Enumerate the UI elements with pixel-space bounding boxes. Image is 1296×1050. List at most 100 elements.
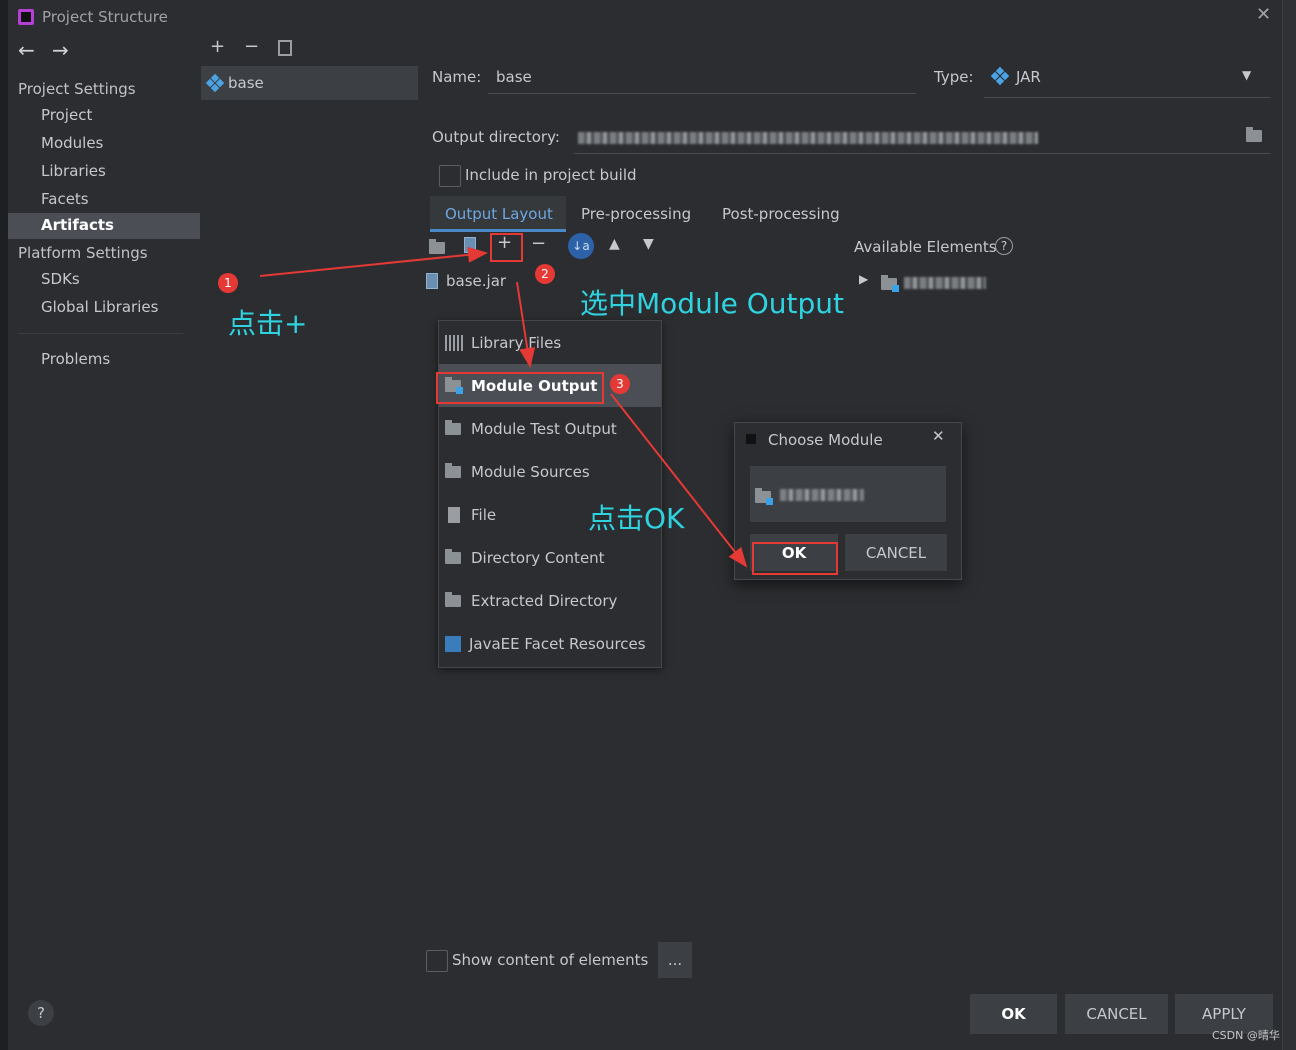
artifact-diamond-icon: [205, 73, 225, 93]
module-list-item[interactable]: [750, 466, 946, 522]
move-down-icon[interactable]: ▼: [643, 236, 654, 252]
name-label: Name:: [432, 68, 482, 86]
sidebar-item-modules[interactable]: Modules: [41, 134, 103, 152]
extracted-directory-icon: [445, 591, 461, 607]
close-icon[interactable]: ✕: [1256, 4, 1271, 25]
jar-type-icon: [990, 66, 1010, 86]
menu-item-label: Module Sources: [471, 462, 590, 481]
output-directory-label: Output directory:: [432, 128, 560, 146]
move-up-icon[interactable]: ▲: [609, 236, 620, 252]
sidebar-item-sdks[interactable]: SDKs: [41, 270, 80, 288]
javaee-facet-icon: [445, 635, 461, 652]
project-structure-window: Project Structure ✕ ← → Project Settings…: [8, 0, 1282, 1050]
layout-root-item[interactable]: base.jar: [446, 272, 506, 290]
show-content-label: Show content of elements: [452, 951, 649, 969]
remove-artifact-icon[interactable]: −: [244, 36, 259, 57]
module-test-output-icon: [445, 419, 461, 435]
expand-triangle-icon[interactable]: ▶: [859, 272, 868, 286]
sidebar-item-problems[interactable]: Problems: [41, 350, 110, 368]
create-archive-icon[interactable]: [464, 237, 476, 253]
add-artifact-icon[interactable]: +: [210, 36, 225, 57]
forward-arrow-icon[interactable]: →: [52, 38, 69, 62]
browse-folder-icon[interactable]: [1246, 127, 1262, 146]
menu-item-javaee-facet-resources[interactable]: JavaEE Facet Resources: [439, 622, 661, 665]
step-badge-3: 3: [610, 374, 630, 394]
create-directory-icon[interactable]: [429, 239, 445, 258]
menu-item-library-files[interactable]: Library Files: [439, 321, 661, 364]
menu-item-label: Extracted Directory: [471, 591, 618, 610]
platform-settings-heading: Platform Settings: [18, 244, 148, 262]
module-sources-icon: [445, 462, 461, 478]
choose-module-dialog: Choose Module ✕ OK CANCEL: [734, 422, 962, 580]
help-button[interactable]: ?: [28, 1000, 54, 1026]
type-select[interactable]: JAR ▼: [984, 62, 1270, 98]
copy-artifact-icon[interactable]: [278, 40, 292, 56]
annotation-click-ok: 点击OK: [588, 502, 685, 535]
show-content-checkbox[interactable]: [426, 950, 448, 972]
file-icon: [448, 506, 460, 523]
tab-output-layout[interactable]: Output Layout: [430, 196, 566, 232]
sidebar-item-artifacts-label: Artifacts: [41, 216, 114, 234]
tab-post-processing[interactable]: Post-processing: [722, 205, 840, 223]
ok-button[interactable]: OK: [970, 994, 1057, 1034]
menu-item-label: Library Files: [471, 333, 562, 352]
step-badge-2: 2: [535, 264, 555, 284]
remove-element-icon[interactable]: −: [531, 233, 546, 254]
chevron-down-icon: ▼: [1242, 68, 1252, 82]
app-logo-icon: [18, 9, 34, 25]
tab-pre-processing[interactable]: Pre-processing: [581, 205, 691, 223]
dialog-cancel-button[interactable]: CANCEL: [845, 534, 947, 571]
menu-item-extracted-directory[interactable]: Extracted Directory: [439, 579, 661, 622]
menu-item-label: File: [471, 505, 497, 524]
module-name-blurred: [780, 489, 864, 501]
watermark: CSDN @晴华: [1212, 1029, 1280, 1042]
sidebar-item-facets[interactable]: Facets: [41, 190, 89, 208]
window-title: Project Structure: [42, 8, 168, 26]
sort-elements-icon[interactable]: ↓a: [568, 233, 594, 259]
annotation-select-module-output: 选中Module Output: [580, 287, 844, 320]
tab-output-layout-label: Output Layout: [445, 205, 553, 223]
left-edge: [0, 0, 8, 1050]
menu-item-label: Directory Content: [471, 548, 605, 567]
dialog-ok-highlight: [752, 542, 838, 575]
artifact-item-base[interactable]: base: [201, 66, 418, 100]
menu-item-module-sources[interactable]: Module Sources: [439, 450, 661, 493]
help-circle-icon[interactable]: ?: [995, 237, 1013, 255]
available-module-name-blurred: [904, 277, 986, 289]
menu-item-label: JavaEE Facet Resources: [469, 634, 646, 653]
sidebar-item-global-libraries[interactable]: Global Libraries: [41, 298, 158, 316]
menu-item-directory-content[interactable]: Directory Content: [439, 536, 661, 579]
sidebar-item-artifacts[interactable]: Artifacts: [8, 213, 200, 239]
include-in-build-label: Include in project build: [465, 166, 637, 184]
available-elements-label: Available Elements: [854, 238, 997, 256]
artifact-name: base: [228, 74, 264, 92]
jar-file-icon: [426, 273, 438, 289]
sidebar-divider: [18, 333, 183, 334]
name-field[interactable]: base: [488, 64, 916, 94]
dialog-close-icon[interactable]: ✕: [932, 427, 945, 445]
sidebar-item-libraries[interactable]: Libraries: [41, 162, 106, 180]
type-label: Type:: [934, 68, 974, 86]
back-arrow-icon[interactable]: ←: [18, 38, 35, 62]
cancel-button[interactable]: CANCEL: [1065, 994, 1168, 1034]
step-badge-1: 1: [218, 273, 238, 293]
annotation-click-plus: 点击+: [228, 307, 308, 340]
library-icon: [445, 334, 463, 351]
dialog-title: Choose Module: [768, 431, 883, 449]
sidebar-item-project[interactable]: Project: [41, 106, 92, 124]
output-directory-value-blurred: [578, 132, 1038, 144]
module-icon: [755, 488, 773, 507]
include-in-build-checkbox[interactable]: [439, 165, 461, 187]
module-folder-icon: [881, 275, 899, 294]
directory-icon: [445, 548, 461, 564]
menu-item-module-test-output[interactable]: Module Test Output: [439, 407, 661, 450]
add-button-highlight: [490, 233, 523, 262]
module-output-highlight: [436, 372, 604, 404]
right-edge: [1282, 0, 1296, 1050]
type-value: JAR: [1016, 68, 1041, 86]
menu-item-label: Module Test Output: [471, 419, 617, 438]
more-options-button[interactable]: ...: [658, 942, 692, 978]
output-directory-field[interactable]: [574, 122, 1270, 154]
title-bar: Project Structure: [18, 8, 168, 26]
project-settings-heading: Project Settings: [18, 80, 136, 98]
